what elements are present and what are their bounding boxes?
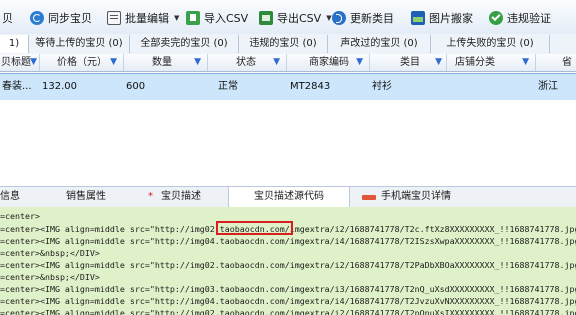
tab-label: 1) [8,38,20,49]
tab-modified[interactable]: 声改过的宝贝 (0) [328,35,431,53]
column-header-category[interactable]: 类目 ▼ [370,54,447,71]
tab-description-source[interactable]: 宝贝描述源代码 [228,187,350,208]
code-line: =center><IMG align=middle src="http://im… [0,260,576,270]
export-csv-icon [259,11,273,25]
violation-check-label: 违规验证 [507,12,551,25]
image-move-icon [411,11,425,25]
sync-label: 同步宝贝 [48,12,92,25]
cell-status: 正常 [218,81,238,92]
tab-waiting-upload[interactable]: 等待上传的宝贝 (0) [29,35,130,53]
update-category-label: 更新类目 [350,12,394,25]
image-move-label: 图片搬家 [429,12,473,25]
tab-label: 宝贝描述源代码 [254,191,324,202]
batch-edit-label: 批量编辑 [125,12,169,25]
column-price-label: 价格（元） [57,57,107,68]
code-line: =center><IMG align=middle src="http://im… [0,236,576,246]
detail-tabs: 信息 销售属性 * 宝贝描述 宝贝描述源代码 手机端宝贝详情 [0,186,576,208]
image-move-button[interactable]: 图片搬家 [411,9,473,27]
toolbar: 贝 同步宝贝 批量编辑 ▼ 导入CSV 导出CSV ▼ 更新类目 图片搬家 违规… [0,0,576,35]
tab-label: 声改过的宝贝 (0) [340,38,418,49]
column-quantity-label: 数量 [152,57,172,68]
tab-label: 等待上传的宝贝 (0) [35,38,123,49]
cell-merchant-code: MT2843 [290,81,331,92]
column-category-label: 类目 [400,57,420,68]
tab-basic-info[interactable]: 信息 [0,187,40,207]
column-header-merchant-code[interactable]: 商家编码 ▼ [287,54,370,71]
cell-title: 春装... [2,81,32,92]
tab-all[interactable]: 1) [0,35,29,53]
highlight-box [216,221,293,235]
filter-icon[interactable]: ▼ [30,54,37,71]
column-header-quantity[interactable]: 数量 ▼ [124,54,208,71]
filter-icon[interactable]: ▼ [110,54,117,71]
export-csv-label: 导出CSV [277,12,322,25]
filter-icon[interactable]: ▼ [435,54,442,71]
column-header-title[interactable]: 贝标题 ▼ [0,54,40,71]
cell-quantity: 600 [126,81,146,92]
cell-province: 浙江 [538,81,558,92]
mobile-icon [362,194,376,200]
column-shop-category-label: 店铺分类 [455,57,495,68]
cell-category: 衬衫 [372,81,392,92]
filter-icon[interactable]: ▼ [356,54,363,71]
violation-check-icon [489,11,503,25]
tab-label: 上传失败的宝贝 (0) [446,38,534,49]
batch-edit-icon [107,11,121,25]
tab-label: 全部卖完的宝贝 (0) [140,38,228,49]
chevron-down-icon[interactable]: ▼ [174,14,179,22]
tab-label: 信息 [0,191,20,202]
violation-check-button[interactable]: 违规验证 [489,9,551,27]
column-header-status[interactable]: 状态 ▼ [208,54,287,71]
tab-sold-out[interactable]: 全部卖完的宝贝 (0) [130,35,239,53]
grid-header: 贝标题 ▼ 价格（元） ▼ 数量 ▼ 状态 ▼ 商家编码 ▼ 类目 ▼ 店铺分类… [0,54,576,72]
filter-icon[interactable]: ▼ [522,54,529,71]
import-csv-button[interactable]: 导入CSV [186,9,248,27]
tab-label: 宝贝描述 [161,191,201,202]
modified-marker: * [148,191,153,202]
cell-price: 132.00 [42,81,77,92]
code-line: =center><IMG align=middle src="http://im… [0,308,576,315]
column-header-shop-category[interactable]: 店铺分类 ▼ [447,54,536,71]
tab-violations[interactable]: 违规的宝贝 (0) [239,35,328,53]
code-line: =center>&nbsp;</DIV> [0,272,100,282]
tab-mobile-details[interactable]: 手机端宝贝详情 [362,187,492,207]
update-category-icon [332,11,346,25]
sync-icon [30,11,44,25]
tab-description[interactable]: * 宝贝描述 [148,187,224,207]
import-csv-label: 导入CSV [204,12,249,25]
filter-icon[interactable]: ▼ [273,54,280,71]
export-csv-button[interactable]: 导出CSV ▼ [259,9,332,27]
chevron-down-icon[interactable]: ▼ [326,14,331,22]
toolbar-product-button[interactable]: 贝 [2,9,13,27]
tab-label: 手机端宝贝详情 [381,191,451,202]
tab-label: 违规的宝贝 (0) [249,38,317,49]
grid-empty-area [0,100,576,185]
column-title-label: 贝标题 [1,57,31,68]
sync-button[interactable]: 同步宝贝 [30,9,92,27]
tab-label: 销售属性 [66,191,106,202]
toolbar-product-label: 贝 [2,12,13,25]
column-status-label: 状态 [236,57,256,68]
column-header-price[interactable]: 价格（元） ▼ [39,54,124,71]
update-category-button[interactable]: 更新类目 [332,9,394,27]
cell-shop-category [450,74,530,100]
code-line: =center><IMG align=middle src="http://im… [0,284,576,294]
filter-icon[interactable]: ▼ [194,54,201,71]
tab-sales-attributes[interactable]: 销售属性 [66,187,146,207]
code-line: =center>&nbsp;</DIV> [0,248,100,258]
batch-edit-button[interactable]: 批量编辑 ▼ [107,9,179,27]
column-province-label: 省 [562,57,572,68]
table-row[interactable]: 春装... 132.00 600 正常 MT2843 衬衫 浙江 [0,73,576,101]
column-merchant-code-label: 商家编码 [309,57,349,68]
tab-upload-failed[interactable]: 上传失败的宝贝 (0) [431,35,550,53]
code-line: =center> [0,211,40,221]
code-line: =center><IMG align=middle src="http://im… [0,296,576,306]
column-header-province[interactable]: 省 [536,54,576,71]
filter-tabs: 1) 等待上传的宝贝 (0) 全部卖完的宝贝 (0) 违规的宝贝 (0) 声改过… [0,34,576,55]
import-csv-icon [186,11,200,25]
